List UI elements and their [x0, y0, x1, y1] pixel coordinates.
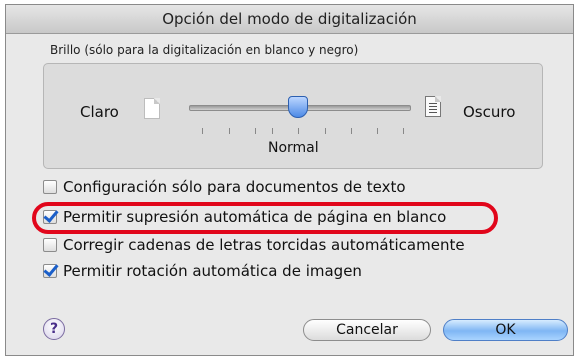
slider-tick: [377, 128, 378, 134]
slider-tick: [202, 128, 203, 134]
dialog-title: Opción del modo de digitalización: [6, 5, 573, 34]
help-button[interactable]: ?: [43, 318, 65, 340]
slider-tick: [298, 128, 299, 134]
light-document-icon: [144, 98, 160, 119]
slider-tick: [351, 128, 352, 134]
dark-label: Oscuro: [463, 103, 516, 121]
annotation-highlight: [32, 202, 498, 234]
brightness-group-label: Brillo (sólo para la digitalización en b…: [50, 43, 359, 57]
ok-button[interactable]: OK: [443, 319, 568, 341]
checkbox-label: Permitir rotación automática de imagen: [63, 262, 362, 280]
light-label: Claro: [80, 103, 119, 121]
checkbox-label: Corregir cadenas de letras torcidas auto…: [63, 236, 465, 254]
slider-tick: [272, 128, 273, 134]
option-deskew-text[interactable]: Corregir cadenas de letras torcidas auto…: [43, 235, 465, 255]
scan-mode-options-dialog: Opción del modo de digitalización Brillo…: [5, 4, 574, 356]
option-text-only[interactable]: Configuración sólo para documentos de te…: [43, 177, 406, 197]
checkbox[interactable]: [43, 180, 57, 194]
dark-document-icon: [425, 96, 441, 117]
checkbox-label: Configuración sólo para documentos de te…: [63, 178, 406, 196]
slider-tick: [403, 128, 404, 134]
slider-tick: [229, 128, 230, 134]
slider-tick: [255, 128, 256, 134]
brightness-slider-knob[interactable]: [288, 96, 308, 118]
checkbox-checked[interactable]: [43, 264, 57, 278]
option-auto-rotation[interactable]: Permitir rotación automática de imagen: [43, 261, 362, 281]
brightness-value-label: Normal: [268, 140, 319, 156]
slider-tick: [325, 128, 326, 134]
cancel-button[interactable]: Cancelar: [303, 319, 431, 341]
checkbox[interactable]: [43, 238, 57, 252]
